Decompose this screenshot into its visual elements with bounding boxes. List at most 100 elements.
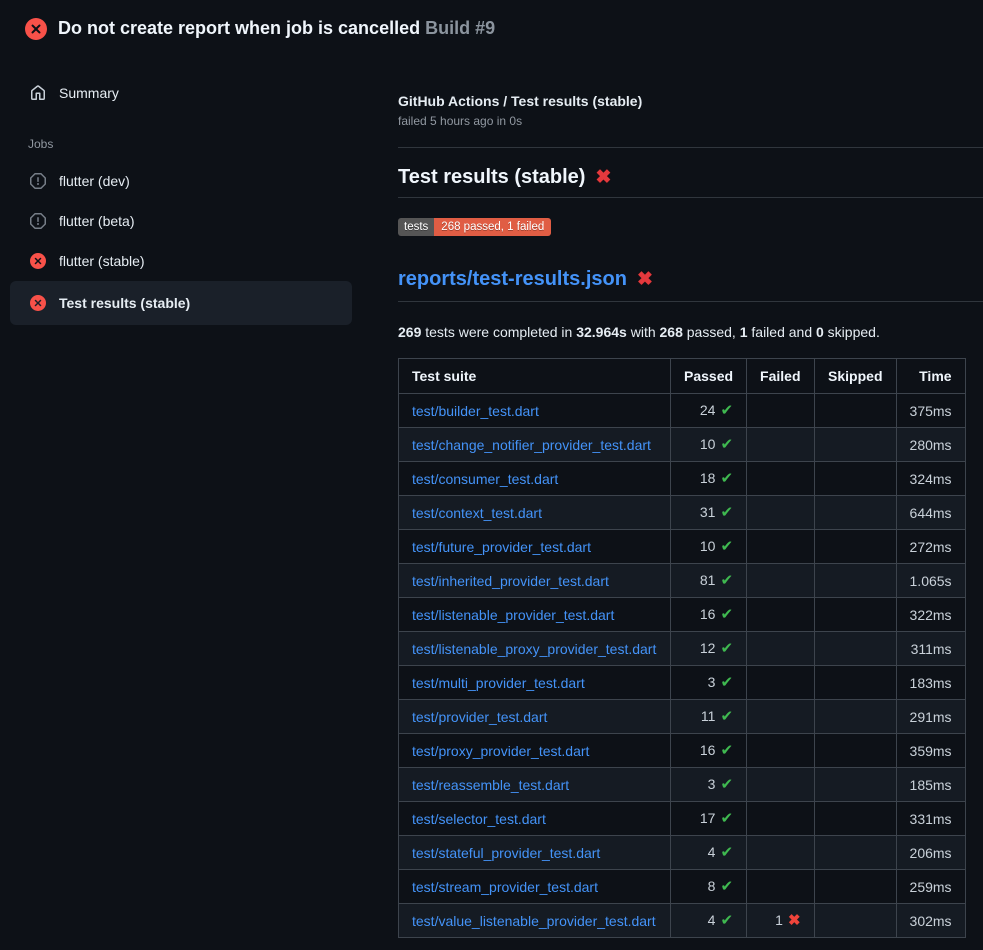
sidebar-item-summary[interactable]: Summary xyxy=(10,73,352,113)
skipped-cell xyxy=(814,598,896,632)
test-suite-cell: test/inherited_provider_test.dart xyxy=(399,564,671,598)
sidebar-item-flutter-beta[interactable]: flutter (beta) xyxy=(10,201,352,241)
failed-cell xyxy=(747,496,814,530)
test-suite-link[interactable]: test/stream_provider_test.dart xyxy=(412,879,598,895)
time-cell: 322ms xyxy=(896,598,965,632)
jobs-section-label: Jobs xyxy=(28,137,352,151)
cross-mark-icon: ✖ xyxy=(637,268,653,291)
test-suite-cell: test/builder_test.dart xyxy=(399,394,671,428)
test-suite-cell: test/stateful_provider_test.dart xyxy=(399,836,671,870)
test-suite-link[interactable]: test/context_test.dart xyxy=(412,505,542,521)
summary-text: passed, xyxy=(683,324,740,340)
failed-cell xyxy=(747,632,814,666)
failed-cell xyxy=(747,700,814,734)
failed-cell xyxy=(747,836,814,870)
test-suite-cell: test/multi_provider_test.dart xyxy=(399,666,671,700)
test-suite-link[interactable]: test/stateful_provider_test.dart xyxy=(412,845,600,861)
check-icon: ✔ xyxy=(720,776,733,793)
passed-cell-count: 10 xyxy=(700,538,716,554)
table-row: test/stateful_provider_test.dart4✔206ms xyxy=(399,836,966,870)
section-title: Test results (stable) xyxy=(398,166,585,189)
results-table: Test suite Passed Failed Skipped Time te… xyxy=(398,358,966,938)
skipped-cell xyxy=(814,394,896,428)
sidebar-item-flutter-dev[interactable]: flutter (dev) xyxy=(10,161,352,201)
passed-cell-count: 16 xyxy=(700,742,716,758)
test-suite-link[interactable]: test/change_notifier_provider_test.dart xyxy=(412,437,651,453)
report-heading: reports/test-results.json ✖ xyxy=(398,268,983,302)
time-cell: 1.065s xyxy=(896,564,965,598)
test-suite-link[interactable]: test/listenable_provider_test.dart xyxy=(412,607,614,623)
check-icon: ✔ xyxy=(720,742,733,759)
report-file-link[interactable]: reports/test-results.json xyxy=(398,268,627,291)
failed-cell xyxy=(747,428,814,462)
time-cell: 259ms xyxy=(896,870,965,904)
passed-cell: 3✔ xyxy=(671,666,747,700)
table-row: test/listenable_proxy_provider_test.dart… xyxy=(399,632,966,666)
passed-cell-count: 16 xyxy=(700,606,716,622)
failed-cell xyxy=(747,802,814,836)
time-cell: 302ms xyxy=(896,904,965,938)
header-skipped: Skipped xyxy=(814,359,896,394)
test-suite-link[interactable]: test/multi_provider_test.dart xyxy=(412,675,585,691)
failed-count: 1 xyxy=(740,324,748,340)
x-circle-fill-icon xyxy=(30,253,46,269)
jobs-list: flutter (dev) flutter (beta) flutter (st… xyxy=(10,161,352,325)
test-suite-cell: test/future_provider_test.dart xyxy=(399,530,671,564)
skipped-cell xyxy=(814,870,896,904)
passed-cell: 10✔ xyxy=(671,428,747,462)
test-suite-cell: test/listenable_provider_test.dart xyxy=(399,598,671,632)
cross-mark-icon: ✖ xyxy=(595,166,611,189)
time-cell: 272ms xyxy=(896,530,965,564)
test-suite-link[interactable]: test/proxy_provider_test.dart xyxy=(412,743,589,759)
check-icon: ✔ xyxy=(720,470,733,487)
time-cell: 291ms xyxy=(896,700,965,734)
skipped-cell xyxy=(814,530,896,564)
test-suite-link[interactable]: test/reassemble_test.dart xyxy=(412,777,569,793)
test-suite-link[interactable]: test/selector_test.dart xyxy=(412,811,546,827)
table-row: test/inherited_provider_test.dart81✔1.06… xyxy=(399,564,966,598)
table-row: test/selector_test.dart17✔331ms xyxy=(399,802,966,836)
skipped-cell xyxy=(814,700,896,734)
test-suite-link[interactable]: test/inherited_provider_test.dart xyxy=(412,573,609,589)
time-cell: 185ms xyxy=(896,768,965,802)
test-suite-link[interactable]: test/consumer_test.dart xyxy=(412,471,558,487)
workflow-run-title: Do not create report when job is cancell… xyxy=(58,18,420,38)
check-icon: ✔ xyxy=(720,436,733,453)
passed-cell: 4✔ xyxy=(671,904,747,938)
test-suite-link[interactable]: test/listenable_proxy_provider_test.dart xyxy=(412,641,656,657)
home-icon xyxy=(30,85,46,101)
time-cell: 644ms xyxy=(896,496,965,530)
duration: 32.964s xyxy=(576,324,627,340)
failed-cell xyxy=(747,768,814,802)
test-suite-link[interactable]: test/provider_test.dart xyxy=(412,709,547,725)
passed-cell-count: 11 xyxy=(701,708,716,724)
x-circle-fill-icon xyxy=(25,18,47,40)
sidebar-item-test-results-stable[interactable]: Test results (stable) xyxy=(10,281,352,325)
test-suite-cell: test/selector_test.dart xyxy=(399,802,671,836)
stop-icon xyxy=(30,173,46,189)
table-row: test/stream_provider_test.dart8✔259ms xyxy=(399,870,966,904)
check-icon: ✔ xyxy=(720,708,733,725)
failed-cell xyxy=(747,564,814,598)
passed-cell-count: 3 xyxy=(708,674,716,690)
time-cell: 183ms xyxy=(896,666,965,700)
test-suite-link[interactable]: test/value_listenable_provider_test.dart xyxy=(412,913,656,929)
check-icon: ✔ xyxy=(720,878,733,895)
test-suite-link[interactable]: test/builder_test.dart xyxy=(412,403,539,419)
time-cell: 324ms xyxy=(896,462,965,496)
header-time: Time xyxy=(896,359,965,394)
time-cell: 206ms xyxy=(896,836,965,870)
check-icon: ✔ xyxy=(720,844,733,861)
passed-cell: 18✔ xyxy=(671,462,747,496)
check-icon: ✔ xyxy=(720,402,733,419)
table-row: test/multi_provider_test.dart 3✔ 183ms xyxy=(399,666,966,700)
passed-cell-count: 3 xyxy=(708,776,716,792)
sidebar-item-flutter-stable[interactable]: flutter (stable) xyxy=(10,241,352,281)
check-icon: ✔ xyxy=(720,504,733,521)
skipped-cell xyxy=(814,904,896,938)
time-cell: 359ms xyxy=(896,734,965,768)
test-suite-link[interactable]: test/future_provider_test.dart xyxy=(412,539,591,555)
passed-cell-count: 12 xyxy=(700,640,716,656)
job-label: flutter (beta) xyxy=(59,213,134,229)
breadcrumb: GitHub Actions / Test results (stable) xyxy=(398,93,983,109)
